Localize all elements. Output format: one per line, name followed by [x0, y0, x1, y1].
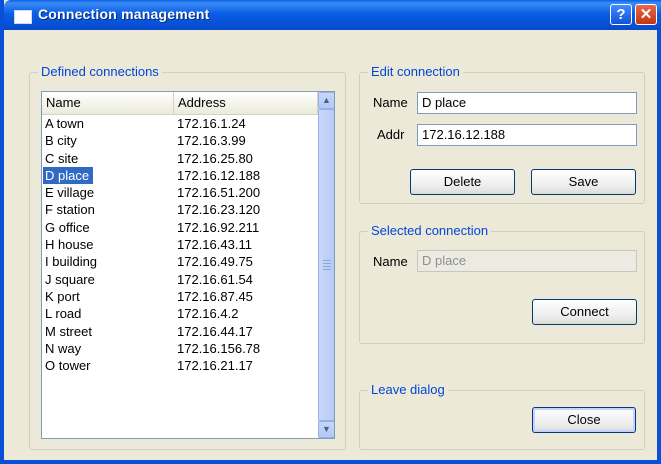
- connection-name: C site: [45, 150, 79, 166]
- list-item[interactable]: K port 172.16.87.45: [42, 288, 318, 305]
- connection-name: K port: [45, 288, 80, 304]
- selected-name-label: Name: [373, 254, 408, 269]
- scroll-down-button[interactable]: ▼: [318, 421, 334, 438]
- connection-address: 172.16.92.211: [177, 219, 260, 235]
- connection-address: 172.16.1.24: [177, 116, 246, 131]
- connection-address: 172.16.87.45: [177, 288, 253, 304]
- edit-name-label: Name: [373, 95, 408, 110]
- list-item[interactable]: A town 172.16.1.24: [42, 115, 318, 132]
- list-item[interactable]: O tower 172.16.21.17: [42, 357, 318, 374]
- connection-address: 172.16.12.188: [177, 167, 261, 183]
- edit-connection-title: Edit connection: [368, 64, 463, 79]
- connection-address: 172.16.25.80: [177, 150, 253, 166]
- connection-address: 172.16.23.120: [177, 202, 261, 218]
- edit-addr-field[interactable]: 172.16.12.188: [417, 124, 637, 146]
- connection-name: B city: [45, 133, 77, 149]
- connection-address: 172.16.51.200: [177, 185, 261, 201]
- list-item[interactable]: L road 172.16.4.2: [42, 305, 318, 322]
- close-button[interactable]: Close: [532, 407, 636, 433]
- list-item[interactable]: B city 172.16.3.99: [42, 132, 318, 149]
- delete-button[interactable]: Delete: [410, 169, 515, 195]
- scroll-thumb[interactable]: [318, 109, 334, 421]
- list-item[interactable]: J square 172.16.61.54: [42, 271, 318, 288]
- leave-dialog-title: Leave dialog: [368, 382, 448, 397]
- connection-address: 172.16.3.99: [177, 133, 246, 149]
- connection-address: 172.16.4.2: [177, 306, 239, 322]
- window-title: Connection management: [38, 6, 210, 22]
- connection-name: D place: [43, 166, 94, 184]
- connection-name: N way: [45, 340, 82, 356]
- connection-address: 172.16.156.78: [177, 340, 261, 356]
- column-header-address[interactable]: Address: [174, 92, 318, 114]
- connection-name: I building: [45, 254, 98, 270]
- connection-name: A town: [45, 116, 85, 131]
- edit-name-field[interactable]: D place: [417, 92, 637, 114]
- save-button[interactable]: Save: [531, 169, 636, 195]
- list-item[interactable]: F station 172.16.23.120: [42, 201, 318, 218]
- connection-name: M street: [45, 323, 92, 339]
- edit-addr-label: Addr: [377, 127, 405, 142]
- list-item[interactable]: G office 172.16.92.211: [42, 219, 318, 236]
- grip-icon: [323, 260, 331, 272]
- list-item[interactable]: M street 172.16.44.17: [42, 323, 318, 340]
- list-item[interactable]: N way 172.16.156.78: [42, 340, 318, 357]
- scroll-up-button[interactable]: ▲: [318, 92, 334, 109]
- connection-name: G office: [45, 219, 90, 235]
- selected-connection-group: Selected connection: [359, 223, 645, 344]
- connections-list[interactable]: Name Address A town 172.16.1.24 B city 172.…: [41, 91, 335, 439]
- close-icon: ✕: [639, 6, 653, 23]
- title-bar[interactable]: Connection management ? ✕: [4, 0, 661, 30]
- column-header-name[interactable]: Name: [42, 92, 174, 114]
- connection-name: L road: [45, 306, 82, 322]
- help-button[interactable]: ?: [610, 4, 632, 25]
- connect-button[interactable]: Connect: [532, 299, 637, 325]
- vertical-scrollbar[interactable]: ▲ ▼: [318, 92, 334, 438]
- defined-connections-title: Defined connections: [38, 64, 162, 79]
- list-item[interactable]: E village 172.16.51.200: [42, 184, 318, 201]
- dialog-window: Connection management ? ✕ Defined connec…: [0, 0, 661, 464]
- list-item[interactable]: D place 172.16.12.188: [42, 166, 318, 184]
- connection-name: H house: [45, 237, 94, 253]
- connection-name: E village: [45, 185, 95, 201]
- connection-name: J square: [45, 271, 95, 287]
- help-icon: ?: [616, 6, 626, 23]
- selected-connection-title: Selected connection: [368, 223, 492, 238]
- list-item[interactable]: H house 172.16.43.11: [42, 236, 318, 253]
- list-item[interactable]: I building 172.16.49.75: [42, 253, 318, 270]
- connection-address: 172.16.43.11: [177, 237, 252, 253]
- connection-name: F station: [45, 202, 95, 218]
- list-item[interactable]: C site 172.16.25.80: [42, 150, 318, 167]
- list-rows: A town 172.16.1.24 B city 172.16.3.99 C site…: [42, 115, 318, 374]
- connection-name: O tower: [45, 358, 91, 374]
- window-icon: [14, 10, 32, 24]
- window-close-button[interactable]: ✕: [635, 4, 657, 25]
- connection-address: 172.16.44.17: [177, 323, 253, 339]
- chevron-down-icon: ▼: [322, 424, 331, 434]
- list-header: Name Address: [42, 92, 318, 115]
- connection-address: 172.16.21.17: [177, 358, 253, 374]
- connection-address: 172.16.61.54: [177, 271, 253, 287]
- chevron-up-icon: ▲: [322, 95, 331, 105]
- selected-name-field: D place: [417, 250, 637, 272]
- connection-address: 172.16.49.75: [177, 254, 253, 270]
